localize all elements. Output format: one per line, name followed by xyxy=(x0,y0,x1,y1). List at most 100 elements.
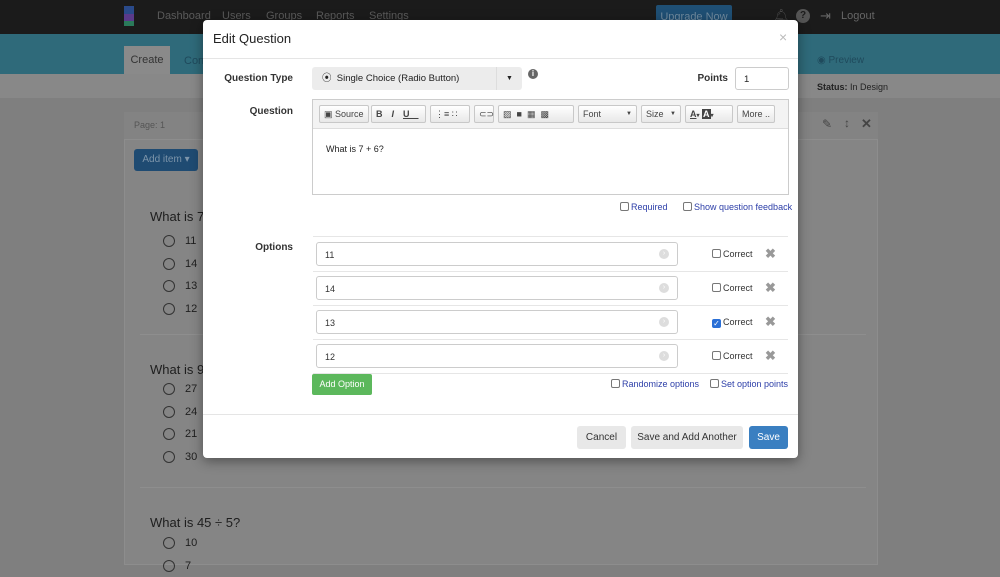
preview-tab[interactable]: ◉ Preview xyxy=(817,55,864,66)
tab-second[interactable]: Con xyxy=(184,55,204,67)
options-label: Options xyxy=(203,242,293,253)
close-button[interactable]: × xyxy=(779,29,787,45)
question-text-area[interactable]: What is 7 + 6? xyxy=(326,144,384,154)
question-option[interactable]: 12 xyxy=(163,298,197,321)
cancel-button[interactable]: Cancel xyxy=(577,426,626,449)
save-button[interactable]: Save xyxy=(749,426,788,449)
question-option[interactable]: 14 xyxy=(163,253,197,276)
show-feedback-label: Show question feedback xyxy=(694,202,792,212)
set-points-checkbox[interactable]: Set option points xyxy=(710,379,788,389)
question-option[interactable]: 7 xyxy=(163,555,197,577)
correct-checkbox[interactable]: Correct xyxy=(712,249,753,259)
option-label: 30 xyxy=(185,451,197,463)
radio-icon[interactable] xyxy=(163,406,175,418)
question-option[interactable]: 13 xyxy=(163,275,197,298)
modal-title: Edit Question xyxy=(213,31,291,46)
bullet-list-icon[interactable]: ∷ xyxy=(452,109,458,119)
help-icon[interactable]: ? xyxy=(796,9,810,23)
question-option[interactable]: 21 xyxy=(163,423,197,446)
info-icon[interactable]: i xyxy=(528,69,538,79)
checkbox-icon[interactable] xyxy=(683,202,692,211)
radio-icon[interactable] xyxy=(163,560,175,572)
option-value: 14 xyxy=(325,284,335,294)
chevron-down-icon: ▼ xyxy=(670,106,676,122)
divider xyxy=(313,339,788,340)
chevron-right-icon: › xyxy=(659,351,669,361)
underline-button[interactable]: U xyxy=(403,109,419,119)
correct-checkbox[interactable]: Correct xyxy=(712,283,753,293)
option-input[interactable]: 13› xyxy=(316,310,678,334)
numbered-list-icon[interactable]: ⋮≡ xyxy=(435,109,449,119)
divider xyxy=(140,487,866,488)
chevron-down-icon[interactable]: ▼ xyxy=(496,67,522,90)
logout-link[interactable]: Logout xyxy=(841,10,875,22)
radio-icon[interactable] xyxy=(163,383,175,395)
question-option[interactable]: 11 xyxy=(163,230,197,253)
color-group: A▾ A▾ xyxy=(685,105,733,123)
preview-label: Preview xyxy=(829,55,865,66)
radio-icon[interactable] xyxy=(163,428,175,440)
delete-option-icon[interactable]: ✖ xyxy=(765,314,776,330)
move-icon[interactable]: ↕ xyxy=(844,116,850,130)
add-option-button[interactable]: Add Option xyxy=(312,374,372,395)
source-button[interactable]: ▣ Source xyxy=(319,105,369,123)
youtube-icon[interactable]: ▩ xyxy=(540,109,554,119)
question-option[interactable]: 30 xyxy=(163,446,197,469)
option-input[interactable]: 14› xyxy=(316,276,678,300)
correct-checkbox[interactable]: ✓Correct xyxy=(712,317,753,328)
size-select[interactable]: Size▼ xyxy=(641,105,681,123)
required-checkbox[interactable]: Required xyxy=(620,202,668,212)
page-label: Page: 1 xyxy=(134,120,165,130)
more-button[interactable]: More .. xyxy=(737,105,775,123)
media-group: ▨■▦▩ xyxy=(498,105,574,123)
question-3-text: What is 45 ÷ 5? xyxy=(150,515,240,530)
question-option[interactable]: 10 xyxy=(163,532,197,555)
question-option[interactable]: 24 xyxy=(163,401,197,424)
option-value: 13 xyxy=(325,318,335,328)
font-select[interactable]: Font▼ xyxy=(578,105,637,123)
option-input[interactable]: 11› xyxy=(316,242,678,266)
bg-color-button[interactable]: A xyxy=(702,109,711,119)
radio-icon[interactable] xyxy=(163,303,175,315)
table-icon[interactable]: ▦ xyxy=(527,109,541,119)
radio-icon[interactable] xyxy=(163,537,175,549)
option-input[interactable]: 12 › xyxy=(316,344,678,368)
question-type-select[interactable]: ⦿ Single Choice (Radio Button) ▼ xyxy=(312,67,522,90)
radio-icon[interactable] xyxy=(163,235,175,247)
add-item-button[interactable]: Add item ▾ xyxy=(134,149,198,171)
image-icon[interactable]: ▨ xyxy=(503,109,517,119)
save-and-add-another-button[interactable]: Save and Add Another xyxy=(631,426,743,449)
correct-checkbox[interactable]: Correct xyxy=(712,351,753,361)
radio-icon[interactable] xyxy=(163,451,175,463)
video-icon[interactable]: ■ xyxy=(517,109,527,119)
checkbox-icon[interactable] xyxy=(712,351,721,360)
checkbox-icon[interactable] xyxy=(620,202,629,211)
delete-option-icon[interactable]: ✖ xyxy=(765,280,776,296)
nav-dashboard[interactable]: Dashboard xyxy=(157,10,211,22)
question-editor: ▣ Source BIU ⋮≡ ∷ ⊂⊃ ▨■▦▩ Font▼ Size▼ A▾… xyxy=(312,99,789,195)
checkbox-icon[interactable] xyxy=(611,379,620,388)
app-logo[interactable] xyxy=(124,6,134,26)
radio-icon[interactable] xyxy=(163,258,175,270)
checkbox-icon[interactable]: ✓ xyxy=(712,319,721,328)
delete-option-icon[interactable]: ✖ xyxy=(765,348,776,364)
randomize-checkbox[interactable]: Randomize options xyxy=(611,379,699,389)
edit-icon[interactable]: ✎ xyxy=(822,117,832,131)
logout-icon[interactable]: ⇥ xyxy=(820,8,831,24)
bold-button[interactable]: B xyxy=(376,109,392,119)
points-input[interactable]: 1 xyxy=(735,67,789,90)
delete-page-icon[interactable]: ✕ xyxy=(861,116,872,132)
radio-icon[interactable] xyxy=(163,280,175,292)
checkbox-icon[interactable] xyxy=(712,249,721,258)
checkbox-icon[interactable] xyxy=(712,283,721,292)
question-option[interactable]: 27 xyxy=(163,378,197,401)
checkbox-icon[interactable] xyxy=(710,379,719,388)
link-icon[interactable]: ⊂⊃ xyxy=(474,105,494,123)
show-feedback-checkbox[interactable]: Show question feedback xyxy=(683,202,792,212)
italic-button[interactable]: I xyxy=(392,109,404,119)
set-points-label: Set option points xyxy=(721,379,788,389)
delete-option-icon[interactable]: ✖ xyxy=(765,246,776,262)
edit-question-modal: Edit Question × Question Type ⦿ Single C… xyxy=(203,20,798,458)
tab-create[interactable]: Create xyxy=(124,46,170,74)
option-value: 12 xyxy=(325,352,335,362)
